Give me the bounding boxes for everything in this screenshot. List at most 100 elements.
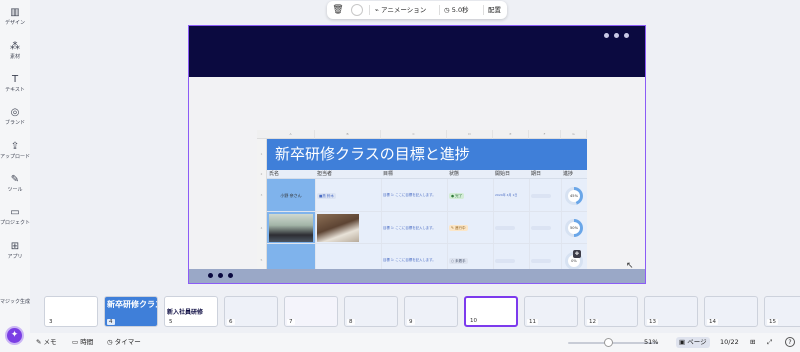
- sidebar-item-label: マジック生成: [0, 299, 31, 305]
- header-dot: [604, 33, 609, 38]
- footer-dot: [208, 273, 213, 278]
- page-thumbnail[interactable]: 新卒研修クラス 4: [104, 296, 158, 327]
- sidebar-item-label: ブランド: [4, 120, 25, 126]
- notes-icon: ✎: [36, 338, 44, 346]
- color-swatch-button[interactable]: [351, 4, 363, 16]
- assignee-photo: [317, 214, 359, 242]
- column-letter: A: [267, 130, 315, 139]
- magic-assistant-button[interactable]: ✦: [5, 326, 24, 345]
- table-header-row: 氏名 担当者 目標 状態 開始日 期日 進捗: [267, 170, 587, 179]
- timer-icon: ◷: [107, 338, 115, 346]
- zoom-percentage[interactable]: 51%: [644, 337, 658, 348]
- progress-label: 50%: [568, 222, 580, 234]
- sidebar-item[interactable]: T テキスト: [0, 73, 30, 94]
- thumbnail-title: 新入社員研修: [167, 309, 204, 316]
- table-header-cell: 期日: [531, 171, 542, 177]
- page-thumbnail[interactable]: 13: [644, 296, 698, 327]
- status-badge[interactable]: ✎ 進行中: [449, 225, 468, 231]
- column-letter: E: [493, 130, 529, 139]
- bottom-bar: ✎ メモ ▭ 時間 ◷ タイマー 51% ▣ ページ 10/22 ⊞ ⤢ ?: [30, 333, 800, 352]
- page-thumbnail[interactable]: 6: [224, 296, 278, 327]
- sidebar-item-label: ツール: [7, 187, 23, 193]
- help-button[interactable]: ?: [785, 337, 795, 347]
- clock-icon: ◷: [444, 6, 452, 14]
- progress-cell: 45%: [561, 179, 587, 211]
- sidebar-item[interactable]: ⊞ アプリ: [0, 240, 30, 261]
- notes-button[interactable]: ✎ メモ: [36, 337, 57, 348]
- sidebar-item[interactable]: ▭ プロジェクト: [0, 206, 30, 227]
- sidebar-item[interactable]: ▥ デザイン: [0, 6, 30, 27]
- thumbnail-page-number: 11: [527, 319, 538, 325]
- status-badge[interactable]: ○ 未着手: [449, 257, 468, 264]
- column-divider: [381, 179, 382, 211]
- apps-icon: ⊞: [10, 241, 20, 252]
- slide-footer-band: [189, 269, 645, 283]
- table-row[interactable]: 4 目標 1: ここに目標を記入します。 ✎ 進行中 50%: [257, 212, 587, 244]
- progress-ring: 45%: [565, 186, 583, 205]
- name-cell: [267, 212, 315, 243]
- trash-icon[interactable]: 🗑: [331, 3, 345, 17]
- column-letter: F: [529, 130, 561, 139]
- timing-button[interactable]: ◷ 5.0秒: [444, 4, 469, 16]
- duration-label: 時間: [80, 338, 94, 346]
- animation-label: アニメーション: [380, 6, 427, 14]
- progress-ring: 50%: [565, 219, 583, 237]
- sidebar-item[interactable]: ◎ ブランド: [0, 106, 30, 127]
- thumbnail-page-number: 9: [407, 319, 415, 325]
- play-icon: ▭: [72, 338, 81, 346]
- column-letter: G: [561, 130, 587, 139]
- page-thumbnail[interactable]: 8: [344, 296, 398, 327]
- left-sidebar: ▥ デザイン ⁂ 素材 T テキスト ◎ ブランド ⇪ アップロード ✎ ツール ▭ プロジェクト ⊞ アプリ…: [0, 0, 30, 352]
- sidebar-item[interactable]: ⇪ アップロード: [0, 140, 30, 161]
- page-thumbnail[interactable]: 14: [704, 296, 758, 327]
- magic-icon: [0, 285, 30, 299]
- footer-dot: [218, 273, 223, 278]
- element-toolbar: 🗑 ⌁ アニメーション ◷ 5.0秒 配置: [327, 1, 507, 19]
- thumbnail-page-number: 4: [107, 319, 115, 325]
- page-thumbnail[interactable]: 15: [764, 296, 800, 327]
- sidebar-item[interactable]: ⁂ 素材: [0, 40, 30, 61]
- grid-view-icon[interactable]: ⊞: [750, 337, 755, 348]
- name-cell: 小野 奈さん: [267, 179, 315, 211]
- sidebar-item[interactable]: マジック生成: [0, 285, 30, 306]
- progress-cell: 50%: [561, 212, 587, 243]
- status-cell: ● 完了: [447, 179, 493, 211]
- thumbnail-page-number: 3: [47, 319, 55, 325]
- progress-label: 45%: [568, 189, 580, 202]
- zoom-slider-handle[interactable]: [604, 338, 613, 347]
- page-thumbnail[interactable]: 11: [524, 296, 578, 327]
- page-thumbnail[interactable]: 9: [404, 296, 458, 327]
- row-number: 4: [257, 212, 267, 244]
- goal-cell: 目標 1: ここに目標を記入します。: [383, 193, 436, 197]
- thumbnail-page-number: 6: [227, 319, 235, 325]
- sidebar-item[interactable]: ✎ ツール: [0, 173, 30, 194]
- arrange-button[interactable]: 配置: [488, 4, 501, 16]
- duration-button[interactable]: ▭ 時間: [72, 337, 93, 348]
- page-thumbnail[interactable]: 12: [584, 296, 638, 327]
- page-thumbnail[interactable]: 3: [44, 296, 98, 327]
- goal-progress-table[interactable]: ABCDEFG 1 新卒研修クラスの目標と進捗 2 氏名 担当者 目標 状態 開始日 期日…: [257, 130, 587, 283]
- date-placeholder: [531, 193, 551, 198]
- status-badge[interactable]: ● 完了: [449, 192, 465, 199]
- slide-canvas[interactable]: ABCDEFG 1 新卒研修クラスの目標と進捗 2 氏名 担当者 目標 状態 開始日 期日…: [188, 25, 646, 284]
- table-row[interactable]: 3 小野 奈さん ■斎 鈴木 目標 1: ここに目標を記入します。 ● 完了 2024年 …: [257, 179, 587, 212]
- thumbnail-page-number: 14: [707, 319, 718, 325]
- thumbnail-page-number: 13: [647, 319, 658, 325]
- draw-icon: ✎: [10, 174, 20, 185]
- page-thumbnail[interactable]: 10: [464, 296, 518, 327]
- grab-handle-icon[interactable]: ✥: [573, 250, 581, 258]
- assignee-chip[interactable]: ■斎 鈴木: [317, 192, 336, 199]
- sidebar-item-label: アプリ: [7, 254, 23, 260]
- timer-button[interactable]: ◷ タイマー: [107, 337, 141, 348]
- sidebar-item-label: テキスト: [5, 87, 25, 93]
- trainee-photo: [269, 214, 313, 242]
- animation-button[interactable]: ⌁ アニメーション: [375, 4, 426, 16]
- column-divider: [381, 212, 382, 243]
- pages-button[interactable]: ▣ ページ: [676, 337, 710, 348]
- page-thumbnail[interactable]: 新入社員研修 5: [164, 296, 218, 327]
- toolbar-divider: [369, 5, 370, 15]
- page-thumbnail[interactable]: 7: [284, 296, 338, 327]
- thumbnail-page-number: 5: [167, 319, 175, 325]
- fullscreen-icon[interactable]: ⤢: [767, 337, 772, 348]
- column-divider: [561, 179, 562, 211]
